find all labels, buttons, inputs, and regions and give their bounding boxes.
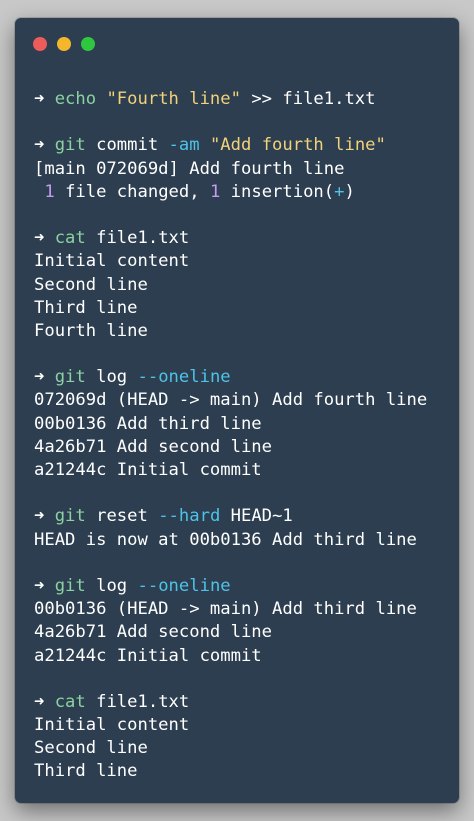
command-block: ➜ cat file1.txt Initial content Second lin…	[34, 227, 449, 343]
command-block: ➜ git log --oneline 00b0136 (HEAD -> main…	[34, 575, 449, 668]
terminal-window: ➜ echo "Fourth line" >> file1.txt ➜ git c…	[15, 18, 459, 803]
minimize-button[interactable]	[57, 37, 71, 51]
text-segment: git	[54, 135, 97, 156]
text-segment: commit	[96, 135, 169, 156]
text-segment: Third line	[34, 297, 138, 318]
prompt-arrow-icon: ➜	[34, 135, 55, 156]
prompt-arrow-icon: ➜	[34, 575, 55, 596]
text-segment: Second line	[34, 738, 148, 759]
maximize-button[interactable]	[81, 37, 95, 51]
text-segment: 00b0136 (HEAD -> main) Add third line	[34, 599, 417, 620]
output-line: HEAD is now at 00b0136 Add third line	[34, 529, 449, 552]
command-line: ➜ git log --oneline	[34, 366, 449, 389]
output-line: a21244c Initial commit	[34, 459, 449, 482]
text-segment: 00b0136 Add third line	[34, 413, 262, 434]
terminal-output[interactable]: ➜ echo "Fourth line" >> file1.txt ➜ git c…	[34, 88, 449, 807]
command-block: ➜ git commit -am "Add fourth line" [main …	[34, 134, 449, 204]
output-line: 00b0136 Add third line	[34, 413, 449, 436]
text-segment: Initial content	[34, 715, 190, 736]
output-line: 4a26b71 Add second line	[34, 621, 449, 644]
text-segment: insertion(	[220, 181, 335, 202]
text-segment: -am	[168, 135, 210, 156]
output-line: Initial content	[34, 250, 449, 273]
close-button[interactable]	[33, 37, 47, 51]
command-line: ➜ git reset --hard HEAD~1	[34, 505, 449, 528]
text-segment: --oneline	[137, 575, 231, 596]
output-line: 00b0136 (HEAD -> main) Add third line	[34, 598, 449, 621]
text-segment: --hard	[158, 506, 231, 527]
text-segment: Third line	[34, 761, 138, 782]
text-segment: 4a26b71 Add second line	[34, 622, 272, 643]
prompt-arrow-icon: ➜	[34, 691, 55, 712]
prompt-arrow-icon: ➜	[34, 228, 55, 249]
output-line: a21244c Initial commit	[34, 645, 449, 668]
text-segment: Second line	[34, 274, 148, 295]
text-segment: 1	[209, 181, 221, 202]
command-block: ➜ echo "Fourth line" >> file1.txt	[34, 88, 449, 111]
prompt-arrow-icon: ➜	[34, 506, 55, 527]
text-segment: git	[54, 575, 97, 596]
text-segment: a21244c Initial commit	[34, 460, 262, 480]
output-line: 072069d (HEAD -> main) Add fourth line	[34, 389, 449, 412]
output-line: Initial content	[34, 714, 449, 737]
text-segment: HEAD~1	[230, 506, 293, 527]
text-segment: file1.txt	[96, 228, 190, 249]
text-segment: Initial content	[34, 251, 190, 272]
text-segment: a21244c Initial commit	[34, 645, 262, 666]
output-line: [main 072069d] Add fourth line	[34, 158, 449, 181]
text-segment: 1	[44, 181, 55, 202]
command-line: ➜ cat file1.txt	[34, 691, 449, 714]
text-segment: )	[344, 181, 355, 202]
text-segment: 072069d (HEAD -> main) Add fourth line	[34, 390, 428, 411]
window-controls	[33, 37, 95, 51]
text-segment: HEAD is now at 00b0136 Add third line	[34, 529, 417, 550]
text-segment: log	[96, 575, 138, 596]
text-segment: echo	[54, 89, 107, 109]
command-line: ➜ git commit -am "Add fourth line"	[34, 134, 449, 157]
output-line: Third line	[34, 297, 449, 320]
prompt-arrow-icon: ➜	[34, 367, 55, 388]
text-segment	[34, 182, 44, 202]
text-segment: file1.txt	[96, 691, 190, 712]
text-segment: "Fourth line"	[106, 89, 241, 109]
text-segment: git	[54, 367, 97, 388]
prompt-arrow-icon: ➜	[34, 89, 55, 109]
command-line: ➜ echo "Fourth line" >> file1.txt	[34, 88, 449, 111]
text-segment: "Add fourth line"	[209, 135, 386, 156]
command-block: ➜ git log --oneline 072069d (HEAD -> main…	[34, 366, 449, 482]
text-segment: file changed,	[54, 181, 210, 202]
output-line: Second line	[34, 274, 449, 297]
command-block: ➜ git reset --hard HEAD~1 HEAD is now at …	[34, 505, 449, 551]
text-segment: cat	[54, 228, 97, 249]
text-segment: reset	[96, 506, 159, 527]
text-segment: [main 072069d] Add fourth line	[34, 158, 345, 179]
output-line: 1 file changed, 1 insertion(+)	[34, 181, 449, 204]
command-block: ➜ cat file1.txt Initial content Second lin…	[34, 691, 449, 784]
text-segment: +	[334, 181, 345, 202]
text-segment: cat	[54, 691, 97, 712]
command-line: ➜ git log --oneline	[34, 575, 449, 598]
text-segment: >> file1.txt	[240, 89, 376, 109]
text-segment: Fourth line	[34, 320, 148, 341]
output-line: Fourth line	[34, 320, 449, 343]
command-line: ➜ cat file1.txt	[34, 227, 449, 250]
output-line: Second line	[34, 737, 449, 760]
text-segment: 4a26b71 Add second line	[34, 436, 272, 457]
text-segment: git	[54, 506, 97, 527]
output-line: Third line	[34, 760, 449, 783]
text-segment: log	[96, 367, 138, 388]
text-segment: --oneline	[137, 367, 231, 388]
output-line: 4a26b71 Add second line	[34, 436, 449, 459]
